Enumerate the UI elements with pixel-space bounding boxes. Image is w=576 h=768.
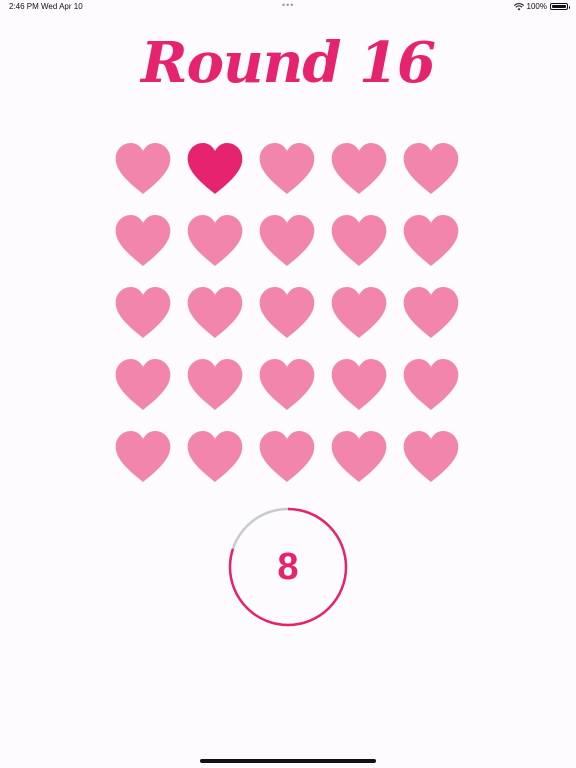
heart-icon[interactable] <box>328 426 390 488</box>
heart-icon[interactable] <box>256 210 318 272</box>
heart-icon[interactable] <box>184 282 246 344</box>
heart-icon[interactable] <box>256 138 318 200</box>
heart-icon[interactable] <box>328 210 390 272</box>
heart-grid <box>112 138 464 488</box>
round-title: Round 16 <box>141 30 436 96</box>
home-indicator[interactable] <box>200 759 376 763</box>
heart-icon[interactable] <box>184 210 246 272</box>
status-right: 100% <box>513 2 570 11</box>
heart-icon[interactable] <box>256 282 318 344</box>
heart-icon[interactable] <box>112 426 174 488</box>
multitask-dots-icon[interactable]: ••• <box>282 0 294 10</box>
battery-icon <box>550 3 570 10</box>
wifi-icon <box>513 2 524 10</box>
status-time: 2:46 PM <box>9 2 39 11</box>
timer-value: 8 <box>277 545 299 588</box>
heart-icon[interactable] <box>328 138 390 200</box>
heart-icon[interactable] <box>112 354 174 416</box>
battery-percentage: 100% <box>526 2 547 11</box>
heart-icon[interactable] <box>256 354 318 416</box>
heart-icon[interactable] <box>400 138 462 200</box>
heart-icon[interactable] <box>112 210 174 272</box>
status-date: Wed Apr 10 <box>41 2 83 11</box>
heart-icon[interactable] <box>400 426 462 488</box>
heart-icon[interactable] <box>256 426 318 488</box>
status-bar: 2:46 PM Wed Apr 10 ••• 100% <box>0 0 576 14</box>
heart-icon[interactable] <box>184 138 246 200</box>
countdown-timer: 8 <box>228 507 348 627</box>
heart-icon[interactable] <box>400 354 462 416</box>
heart-icon[interactable] <box>184 426 246 488</box>
heart-icon[interactable] <box>328 354 390 416</box>
heart-icon[interactable] <box>184 354 246 416</box>
heart-icon[interactable] <box>112 138 174 200</box>
heart-icon[interactable] <box>112 282 174 344</box>
heart-icon[interactable] <box>328 282 390 344</box>
heart-icon[interactable] <box>400 282 462 344</box>
heart-icon[interactable] <box>400 210 462 272</box>
